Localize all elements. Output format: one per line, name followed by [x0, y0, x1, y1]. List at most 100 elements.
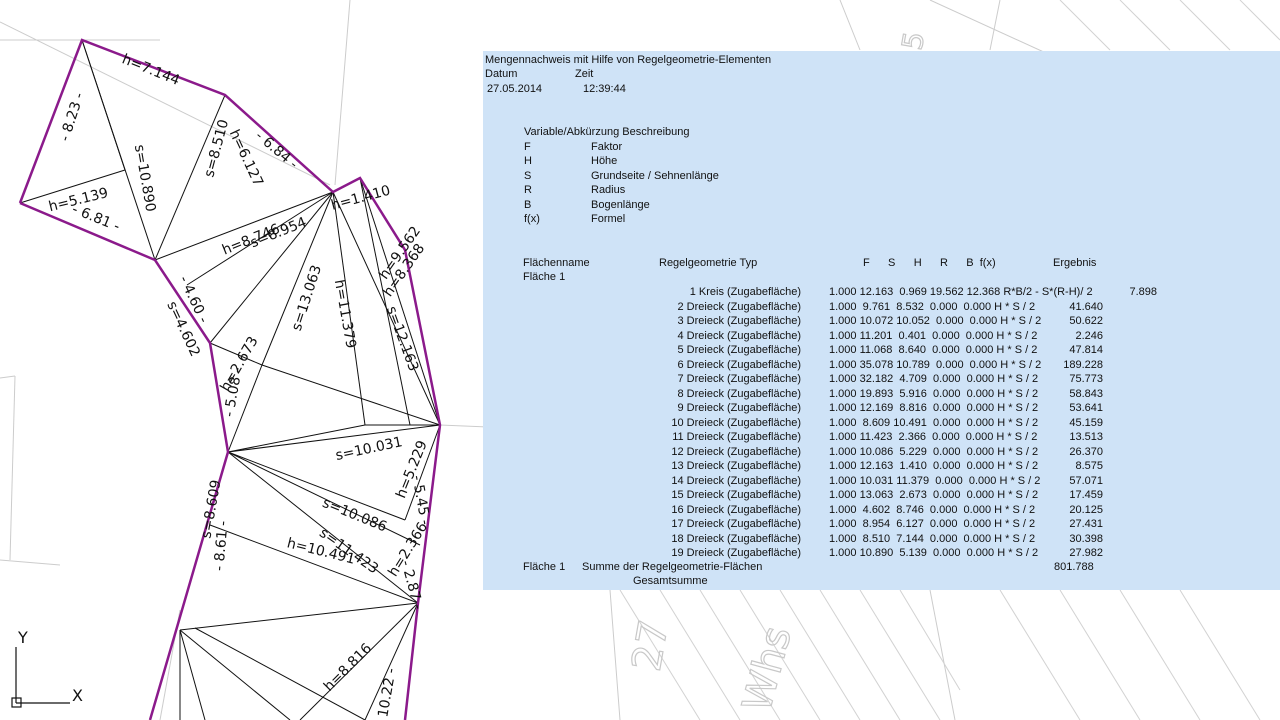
dim-label: s=10.890 [131, 143, 159, 213]
variable-abbr: R [524, 184, 532, 196]
table-row-typ: 7 Dreieck (Zugabefläche) [677, 373, 801, 385]
col-header-typ: Regelgeometrie Typ [659, 257, 758, 269]
table-row-result: 30.398 [1069, 532, 1103, 545]
table-row-values: 1.000 11.068 8.640 0.000 0.000 H * S / 2 [829, 344, 1038, 356]
table-row-typ: 19 Dreieck (Zugabefläche) [671, 547, 801, 559]
zeit-value: 12:39:44 [583, 83, 626, 95]
flaeche-name: Fläche 1 [523, 271, 566, 283]
dim-label: s=8.954 [248, 214, 309, 251]
report-title: Mengennachweis mit Hilfe von Regelgeomet… [485, 54, 772, 66]
datum-label: Datum [485, 68, 518, 80]
variable-desc: Höhe [591, 155, 618, 167]
dim-label: s=10.031 [334, 434, 404, 464]
variable-abbr: B [524, 199, 532, 211]
ucs-icon: Y X [11, 628, 83, 708]
table-row-typ: 13 Dreieck (Zugabefläche) [671, 460, 801, 472]
table-row-typ: 18 Dreieck (Zugabefläche) [671, 532, 801, 545]
table-row-result: 58.843 [1069, 387, 1103, 400]
table-row-typ: 15 Dreieck (Zugabefläche) [671, 489, 801, 501]
table-row-values: 1.000 32.182 4.709 0.000 0.000 H * S / 2 [829, 373, 1039, 385]
variable-desc: Bogenlänge [591, 199, 650, 211]
dimension-labels: h=7.144 s=10.890 s=8.510 h=6.127 - 6.84 … [47, 51, 433, 720]
table-row-result: 8.575 [1075, 460, 1103, 472]
dim-label: - 8.61 - [211, 520, 231, 571]
table-row-result: 27.431 [1069, 518, 1103, 530]
col-header-values: F S H R B f(x) [863, 257, 996, 269]
table-row-typ: 11 Dreieck (Zugabefläche) [672, 431, 801, 443]
ucs-x-label: X [72, 686, 83, 705]
dim-label: s=8.510 [201, 118, 232, 179]
table-row-values: 1.000 35.078 10.789 0.000 0.000 H * S / … [829, 358, 1042, 371]
table-row-typ: 10 Dreieck (Zugabefläche) [671, 416, 801, 429]
variable-desc: Faktor [591, 141, 623, 153]
table-row-typ: 3 Dreieck (Zugabefläche) [677, 315, 801, 327]
variable-desc: Grundseite / Sehnenlänge [591, 170, 719, 182]
dim-label: h=8.816 [321, 640, 375, 694]
table-row-values: 1.000 10.072 10.052 0.000 0.000 H * S / … [829, 315, 1042, 327]
table-row-values: 1.000 11.201 0.401 0.000 0.000 H * S / 2 [829, 329, 1038, 342]
table-row-result: 189.228 [1063, 358, 1103, 371]
table-row-result: 50.622 [1069, 315, 1103, 327]
dim-label: h=11.379 [331, 278, 359, 349]
variable-desc: Formel [591, 213, 626, 225]
dim-label: - 8.23 - [57, 91, 88, 144]
variable-abbr: F [524, 141, 531, 153]
table-row-result: 53.641 [1069, 402, 1103, 414]
table-row-typ: 2 Dreieck (Zugabefläche) [677, 300, 801, 313]
dim-label: s=12.163 [383, 304, 421, 373]
variable-abbr: H [524, 155, 532, 167]
table-row-result: 2.246 [1075, 329, 1103, 342]
variable-abbr: f(x) [524, 213, 540, 225]
summary-value: 801.788 [1054, 561, 1094, 573]
table-row-typ: 16 Dreieck (Zugabefläche) [671, 503, 801, 516]
table-row-typ: 6 Dreieck (Zugabefläche) [677, 358, 801, 371]
table-row-values: 1.000 10.031 11.379 0.000 0.000 H * S / … [829, 474, 1041, 487]
table-row-values: 1.000 10.086 5.229 0.000 0.000 H * S / 2 [829, 445, 1039, 458]
col-header-ergebnis: Ergebnis [1053, 257, 1097, 269]
table-row-result: 27.982 [1069, 547, 1103, 559]
dim-label: s=13.063 [289, 263, 325, 333]
table-row-values: 1.000 13.063 2.673 0.000 0.000 H * S / 2 [829, 489, 1039, 501]
table-row-values: 1.000 12.163 1.410 0.000 0.000 H * S / 2 [829, 460, 1039, 472]
table-row-result: 45.159 [1069, 416, 1103, 429]
ucs-y-label: Y [17, 628, 28, 647]
table-row-values: 1.000 12.163 0.969 19.562 12.368 R*B/2 -… [829, 286, 1093, 298]
variables-header: Variable/Abkürzung Beschreibung [524, 126, 690, 138]
table-row-typ: 14 Dreieck (Zugabefläche) [671, 474, 801, 487]
table-row-values: 1.000 11.423 2.366 0.000 0.000 H * S / 2 [829, 431, 1038, 443]
table-row-result: 26.370 [1069, 445, 1103, 458]
table-row-values: 1.000 8.954 6.127 0.000 0.000 H * S / 2 [829, 518, 1036, 530]
variable-desc: Radius [591, 184, 626, 196]
table-row-values: 1.000 8.609 10.491 0.000 0.000 H * S / 2 [829, 416, 1039, 429]
table-row-typ: 4 Dreieck (Zugabefläche) [677, 329, 801, 342]
table-row-values: 1.000 10.890 5.139 0.000 0.000 H * S / 2 [829, 547, 1039, 559]
table-row-typ: 9 Dreieck (Zugabefläche) [677, 402, 801, 414]
table-row-values: 1.000 12.169 8.816 0.000 0.000 H * S / 2 [829, 402, 1039, 414]
hatch-text-number: 27 [624, 616, 678, 674]
table-row-result: 13.513 [1069, 431, 1103, 443]
table-row-values: 1.000 8.510 7.144 0.000 0.000 H * S / 2 [829, 532, 1036, 545]
table-row-result: 47.814 [1069, 344, 1103, 356]
table-row-values: 1.000 9.761 8.532 0.000 0.000 H * S / 2 [829, 300, 1036, 313]
table-row-values: 1.000 4.602 8.746 0.000 0.000 H * S / 2 [829, 503, 1036, 516]
hatch-text-5: 5 [896, 29, 932, 52]
table-row-typ: 12 Dreieck (Zugabefläche) [671, 445, 801, 458]
dim-label: h=1.410 [329, 183, 392, 214]
table-row-result: 20.125 [1069, 503, 1103, 516]
table-row-result: 7.898 [1129, 286, 1157, 298]
table-row-typ: 1 Kreis (Zugabefläche) [689, 286, 801, 298]
summary-label: Summe der Regelgeometrie-Flächen [582, 561, 763, 573]
dim-label: - 6.81 - [70, 201, 123, 235]
zeit-label: Zeit [575, 68, 594, 80]
table-row-result: 57.071 [1069, 474, 1103, 487]
gesamtsumme-label: Gesamtsumme [633, 575, 708, 587]
quantity-report-panel: Mengennachweis mit Hilfe von Regelgeomet… [483, 51, 1280, 590]
table-row-typ: 5 Dreieck (Zugabefläche) [677, 344, 801, 356]
dim-label: h=7.144 [120, 51, 182, 89]
hatch-text-whs: Whs [734, 622, 801, 717]
variable-abbr: S [524, 170, 532, 182]
table-row-values: 1.000 19.893 5.916 0.000 0.000 H * S / 2 [829, 387, 1039, 400]
table-row-result: 17.459 [1069, 489, 1103, 501]
datum-value: 27.05.2014 [487, 83, 543, 95]
table-row-typ: 17 Dreieck (Zugabefläche) [671, 518, 801, 530]
